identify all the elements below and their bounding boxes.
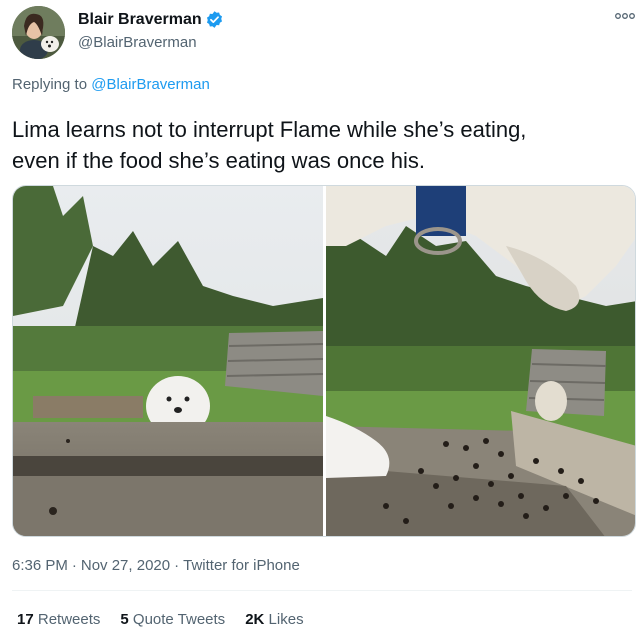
retweets-count: 17 — [17, 611, 34, 628]
divider — [12, 590, 632, 591]
tweet-stats: 17 Retweets 5 Quote Tweets 2K Likes — [17, 611, 324, 628]
verified-badge-icon — [206, 11, 222, 28]
replying-to: Replying to @BlairBraverman — [12, 76, 210, 93]
likes-stat[interactable]: 2K Likes — [245, 611, 303, 628]
photo-dog-behind-table[interactable] — [13, 186, 323, 537]
photo-dog-eating-kibble[interactable] — [326, 186, 636, 537]
likes-count: 2K — [245, 611, 265, 628]
tweet-time[interactable]: 6:36 PM — [12, 557, 68, 574]
likes-label: Likes — [268, 611, 304, 628]
author-name-row[interactable]: Blair Braverman — [78, 10, 224, 29]
profile-photo-icon — [12, 6, 65, 59]
tweet-source[interactable]: Twitter for iPhone — [183, 557, 300, 574]
quote-tweets-stat[interactable]: 5 Quote Tweets — [120, 611, 225, 628]
meta-separator: · — [174, 557, 180, 574]
quote-tweets-count: 5 — [120, 611, 129, 628]
more-options-icon[interactable] — [614, 8, 636, 24]
tweet-header: Blair Braverman @BlairBraverman — [12, 6, 635, 62]
tweet-meta: 6:36 PM · Nov 27, 2020 · Twitter for iPh… — [12, 557, 300, 574]
meta-separator: · — [71, 557, 77, 574]
tweet-text-line-2: even if the food she’s eating was once h… — [12, 148, 425, 173]
author-handle[interactable]: @BlairBraverman — [78, 34, 197, 51]
author-display-name[interactable]: Blair Braverman — [78, 11, 202, 29]
retweets-stat[interactable]: 17 Retweets — [17, 611, 100, 628]
retweets-label: Retweets — [37, 611, 101, 628]
replying-prefix: Replying to — [12, 76, 88, 93]
replying-handle-link[interactable]: @BlairBraverman — [91, 76, 210, 93]
quote-tweets-label: Quote Tweets — [132, 611, 226, 628]
tweet-text: Lima learns not to interrupt Flame while… — [12, 114, 632, 176]
tweet-date[interactable]: Nov 27, 2020 — [81, 557, 170, 574]
tweet-text-line-1: Lima learns not to interrupt Flame while… — [12, 117, 527, 142]
avatar[interactable] — [12, 6, 65, 59]
media-grid — [12, 185, 636, 537]
